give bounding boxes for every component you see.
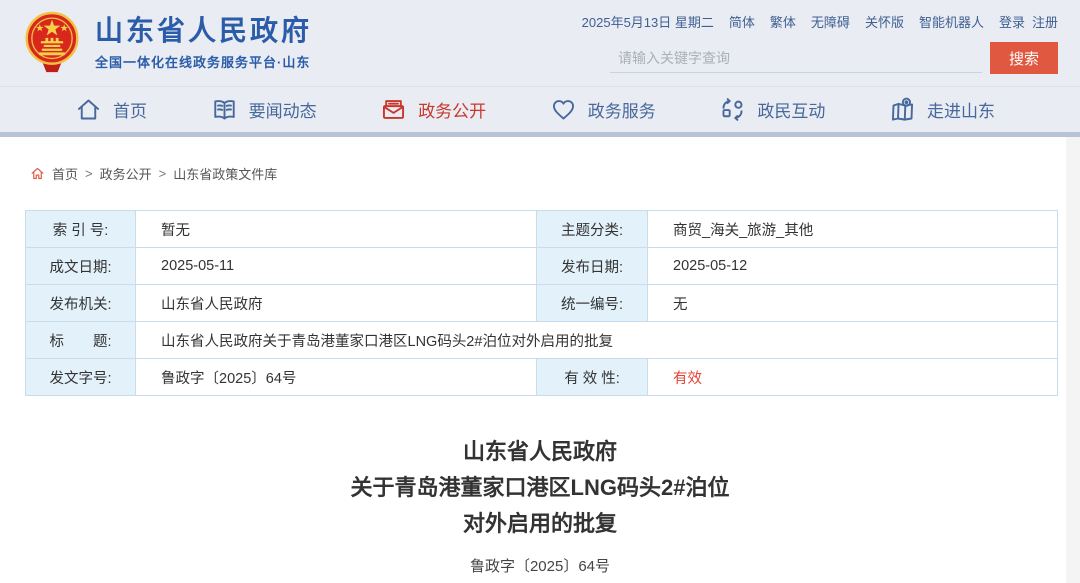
table-row: 发布机关: 山东省人民政府 统一编号: 无 <box>25 284 1058 322</box>
national-emblem-icon <box>25 11 79 73</box>
publish-date-label: 发布日期: <box>536 247 648 285</box>
unified-number-label: 统一编号: <box>536 284 648 322</box>
topic-category-value: 商贸_海关_旅游_其他 <box>647 210 1058 248</box>
nav-label: 走进山东 <box>926 102 995 121</box>
breadcrumb-gov-info[interactable]: 政务公开 <box>100 164 152 183</box>
table-row: 索 引 号: 暂无 主题分类: 商贸_海关_旅游_其他 <box>25 210 1058 248</box>
unified-number-value: 无 <box>647 284 1058 322</box>
page: 山东省人民政府 全国一体化在线政务服务平台·山东 2025年5月13日 星期二 … <box>0 0 1080 583</box>
search-bar: 搜索 <box>610 42 1058 74</box>
document-number: 鲁政字〔2025〕64号 <box>469 558 611 575</box>
nav-item-news[interactable]: 要闻动态 <box>211 96 317 123</box>
publisher-label: 发布机关: <box>25 284 136 322</box>
document-title: 山东省人民政府 关于青岛港董家口港区LNG码头2#泊位 对外启用的批复 <box>0 434 1080 542</box>
link-simplified[interactable]: 简体 <box>729 12 755 31</box>
document-info-table: 索 引 号: 暂无 主题分类: 商贸_海关_旅游_其他 成文日期: 2025-0… <box>25 210 1058 396</box>
breadcrumb-separator: > <box>85 166 93 181</box>
document-title-line: 山东省人民政府 <box>462 439 617 464</box>
nav-label: 要闻动态 <box>248 102 317 121</box>
link-accessibility[interactable]: 无障碍 <box>811 12 850 31</box>
title-value: 山东省人民政府关于青岛港董家口港区LNG码头2#泊位对外启用的批复 <box>135 321 1058 359</box>
table-row: 发文字号: 鲁政字〔2025〕64号 有 效 性: 有效 <box>25 358 1058 396</box>
nav-label: 政务服务 <box>587 102 656 121</box>
topic-category-label: 主题分类: <box>536 210 648 248</box>
index-number-value: 暂无 <box>135 210 537 248</box>
main-nav: 首页 要闻动态 政务公开 政务服务 政民互动 走进山东 <box>0 86 1080 132</box>
nav-item-interaction[interactable]: 政民互动 <box>719 96 825 123</box>
doc-number-value: 鲁政字〔2025〕64号 <box>135 358 537 396</box>
interaction-icon <box>722 98 743 121</box>
validity-value: 有效 <box>647 358 1058 396</box>
document-title-line: 对外启用的批复 <box>462 511 617 536</box>
book-icon <box>213 100 235 120</box>
nav-item-gov-info[interactable]: 政务公开 <box>380 96 486 123</box>
document-title-line: 关于青岛港董家口港区LNG码头2#泊位 <box>350 475 730 500</box>
table-row: 成文日期: 2025-05-11 发布日期: 2025-05-12 <box>25 247 1058 285</box>
link-smart-robot[interactable]: 智能机器人 <box>919 12 984 31</box>
publish-date-value: 2025-05-12 <box>647 247 1058 285</box>
current-date: 2025年5月13日 星期二 <box>581 15 714 30</box>
nav-label: 首页 <box>113 102 147 121</box>
site-brand[interactable]: 山东省人民政府 全国一体化在线政务服务平台·山东 <box>22 10 312 76</box>
top-utility-bar: 2025年5月13日 星期二 简体 繁体 无障碍 关怀版 智能机器人 登录 注册 <box>582 12 1058 31</box>
link-care-version[interactable]: 关怀版 <box>865 12 904 31</box>
link-traditional[interactable]: 繁体 <box>770 12 796 31</box>
breadcrumb-policy-library[interactable]: 山东省政策文件库 <box>173 164 277 183</box>
brand-text: 山东省人民政府 全国一体化在线政务服务平台·山东 <box>95 15 312 71</box>
site-subtitle: 全国一体化在线政务服务平台·山东 <box>95 55 311 71</box>
breadcrumb: 首页 > 政务公开 > 山东省政策文件库 <box>0 137 1080 183</box>
doc-number-label: 发文字号: <box>25 358 136 396</box>
index-number-label: 索 引 号: <box>25 210 136 248</box>
validity-label: 有 效 性: <box>536 358 648 396</box>
table-row: 标 题: 山东省人民政府关于青岛港董家口港区LNG码头2#泊位对外启用的批复 <box>25 321 1058 359</box>
header-right: 2025年5月13日 星期二 简体 繁体 无障碍 关怀版 智能机器人 登录 注册… <box>582 12 1058 74</box>
search-input[interactable] <box>610 43 982 73</box>
nav-item-about-shandong[interactable]: 走进山东 <box>889 96 995 123</box>
main-content: 首页 > 政务公开 > 山东省政策文件库 索 引 号: 暂无 主题分类: 商贸_… <box>0 137 1080 583</box>
breadcrumb-separator: > <box>158 166 167 181</box>
nav-label: 政务公开 <box>418 102 487 121</box>
title-label: 标 题: <box>25 321 136 359</box>
mail-icon <box>383 100 405 119</box>
login-link[interactable]: 登录 <box>999 12 1025 31</box>
breadcrumb-home[interactable]: 首页 <box>52 164 78 183</box>
register-link[interactable]: 注册 <box>1032 12 1058 31</box>
breadcrumb-home-icon <box>31 167 44 180</box>
nav-item-home[interactable]: 首页 <box>75 96 147 123</box>
heart-icon <box>552 100 574 120</box>
written-date-value: 2025-05-11 <box>135 247 537 285</box>
written-date-label: 成文日期: <box>25 247 136 285</box>
publisher-value: 山东省人民政府 <box>135 284 537 322</box>
home-icon <box>77 99 100 120</box>
site-name: 山东省人民政府 <box>95 14 313 46</box>
nav-label: 政民互动 <box>757 102 826 121</box>
map-icon <box>891 97 913 121</box>
nav-item-services[interactable]: 政务服务 <box>550 96 656 123</box>
search-button[interactable]: 搜索 <box>990 42 1058 74</box>
scrollbar-gutter <box>1066 137 1080 583</box>
site-header: 山东省人民政府 全国一体化在线政务服务平台·山东 2025年5月13日 星期二 … <box>0 0 1080 86</box>
